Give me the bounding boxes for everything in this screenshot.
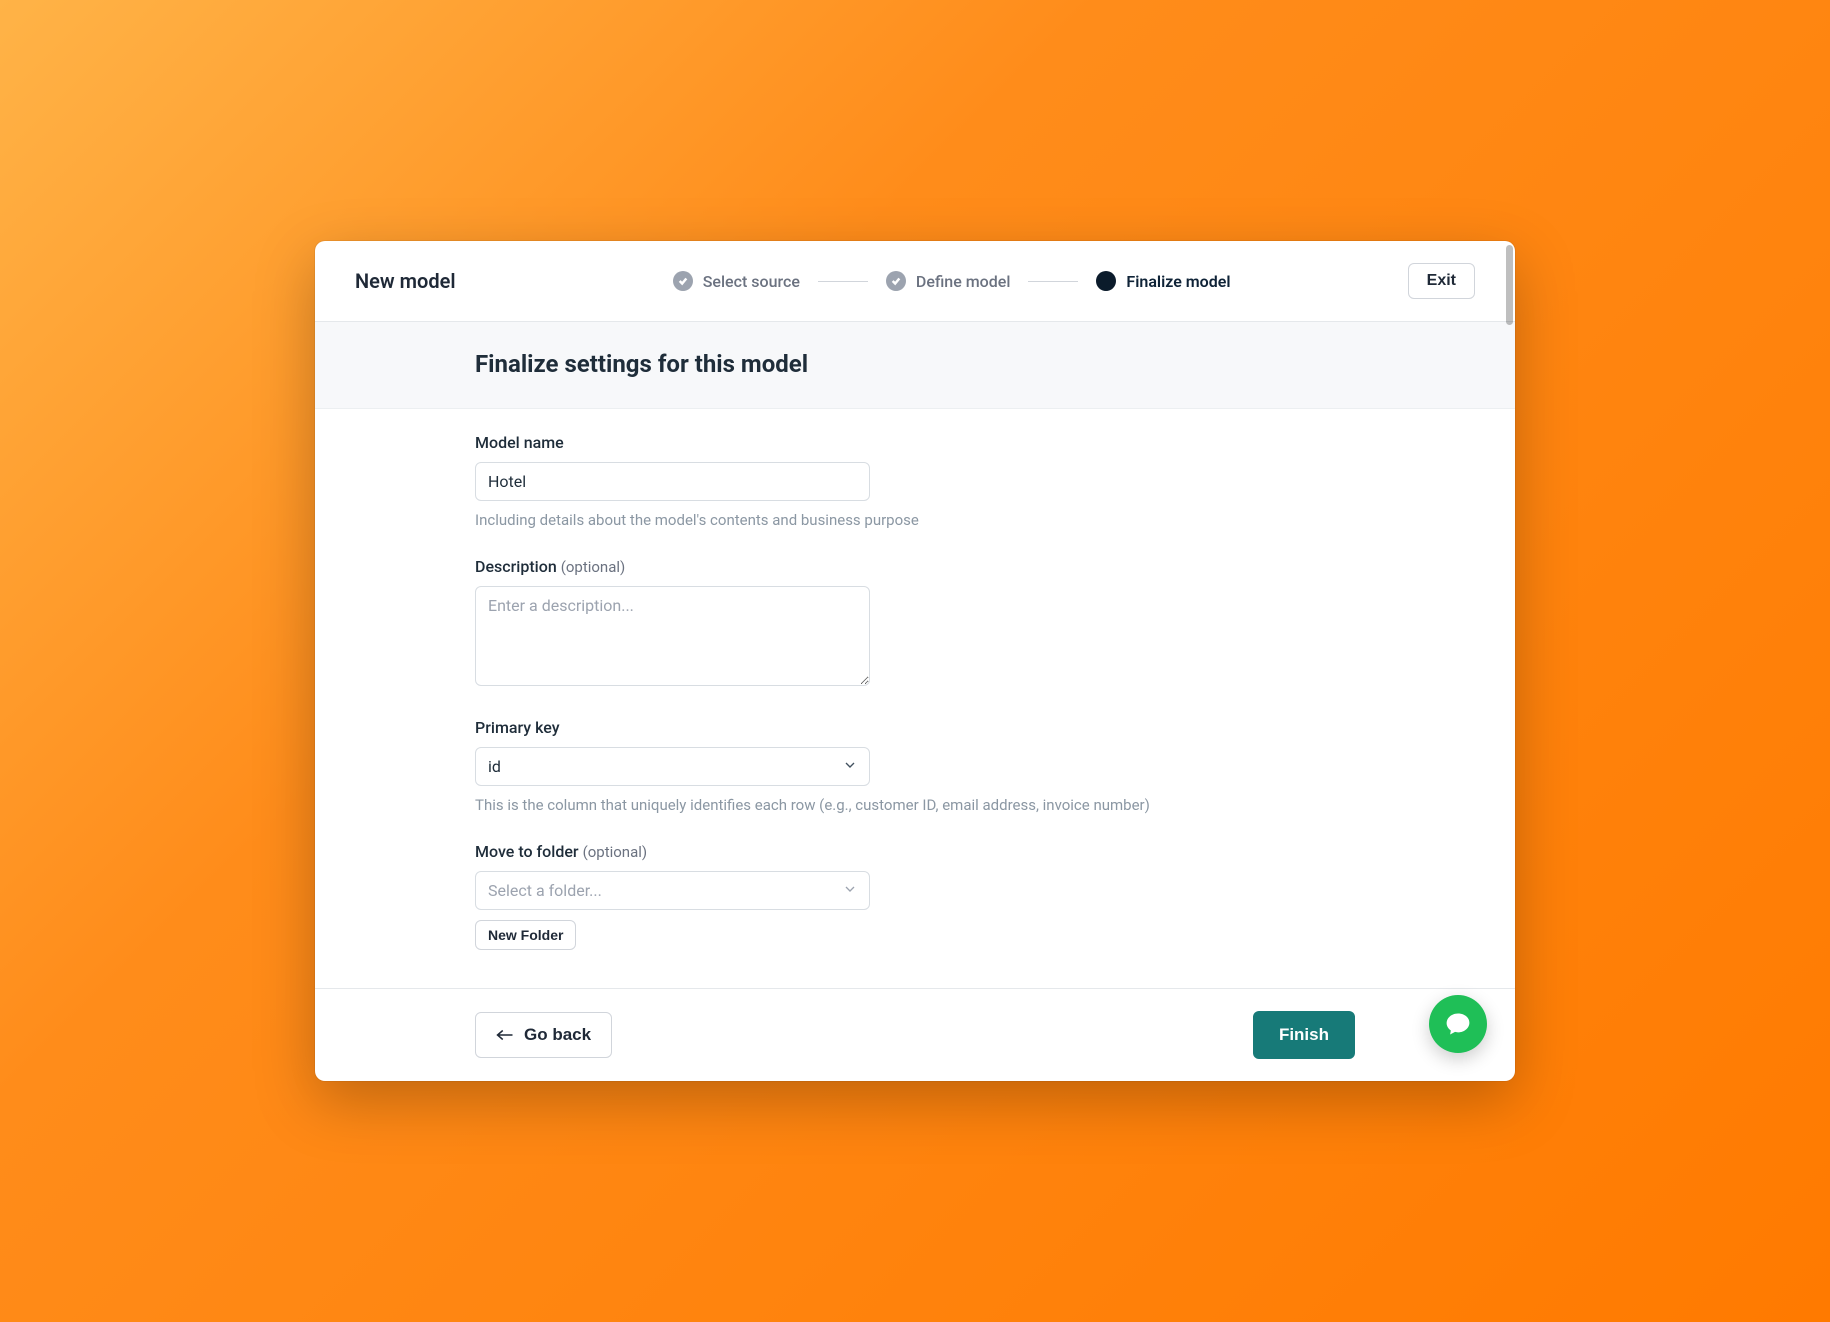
- step-label: Finalize model: [1126, 272, 1230, 291]
- current-step-icon: [1096, 271, 1116, 291]
- optional-tag: (optional): [583, 843, 648, 861]
- chat-icon: [1444, 1010, 1472, 1038]
- go-back-button[interactable]: Go back: [475, 1012, 612, 1058]
- modal-window: New model Select source Define model Fin…: [315, 241, 1515, 1081]
- page-title: New model: [355, 269, 456, 293]
- check-icon: [673, 271, 693, 291]
- chat-launcher-button[interactable]: [1429, 995, 1487, 1053]
- field-folder: Move to folder (optional) Select a folde…: [475, 842, 1355, 950]
- optional-tag: (optional): [561, 558, 626, 576]
- step-finalize-model: Finalize model: [1096, 271, 1230, 291]
- step-divider: [1028, 281, 1078, 282]
- new-folder-button[interactable]: New Folder: [475, 920, 576, 950]
- subheader: Finalize settings for this model: [315, 322, 1515, 409]
- step-define-model: Define model: [886, 271, 1011, 291]
- description-textarea[interactable]: [475, 586, 870, 686]
- field-model-name: Model name Including details about the m…: [475, 433, 1355, 529]
- footer: Go back Finish: [315, 988, 1515, 1081]
- description-label-text: Description: [475, 557, 557, 576]
- model-name-input[interactable]: [475, 462, 870, 501]
- section-heading: Finalize settings for this model: [475, 350, 1355, 378]
- header: New model Select source Define model Fin…: [315, 241, 1515, 322]
- primary-key-select[interactable]: id: [475, 747, 870, 786]
- folder-label-text: Move to folder: [475, 842, 579, 861]
- form-area: Model name Including details about the m…: [315, 409, 1515, 988]
- step-label: Select source: [703, 272, 800, 291]
- field-description: Description (optional): [475, 557, 1355, 690]
- step-select-source: Select source: [673, 271, 800, 291]
- step-label: Define model: [916, 272, 1011, 291]
- check-icon: [886, 271, 906, 291]
- model-name-helper: Including details about the model's cont…: [475, 511, 1355, 529]
- description-label: Description (optional): [475, 557, 1355, 576]
- field-primary-key: Primary key id This is the column that u…: [475, 718, 1355, 814]
- step-indicator: Select source Define model Finalize mode…: [520, 271, 1384, 291]
- arrow-left-icon: [496, 1028, 514, 1042]
- folder-select[interactable]: Select a folder...: [475, 871, 870, 910]
- exit-button[interactable]: Exit: [1408, 263, 1475, 299]
- scrollbar[interactable]: [1506, 245, 1513, 325]
- finish-button[interactable]: Finish: [1253, 1011, 1355, 1059]
- go-back-label: Go back: [524, 1025, 591, 1045]
- primary-key-helper: This is the column that uniquely identif…: [475, 796, 1355, 814]
- step-divider: [818, 281, 868, 282]
- primary-key-label: Primary key: [475, 718, 1355, 737]
- model-name-label: Model name: [475, 433, 1355, 452]
- folder-label: Move to folder (optional): [475, 842, 1355, 861]
